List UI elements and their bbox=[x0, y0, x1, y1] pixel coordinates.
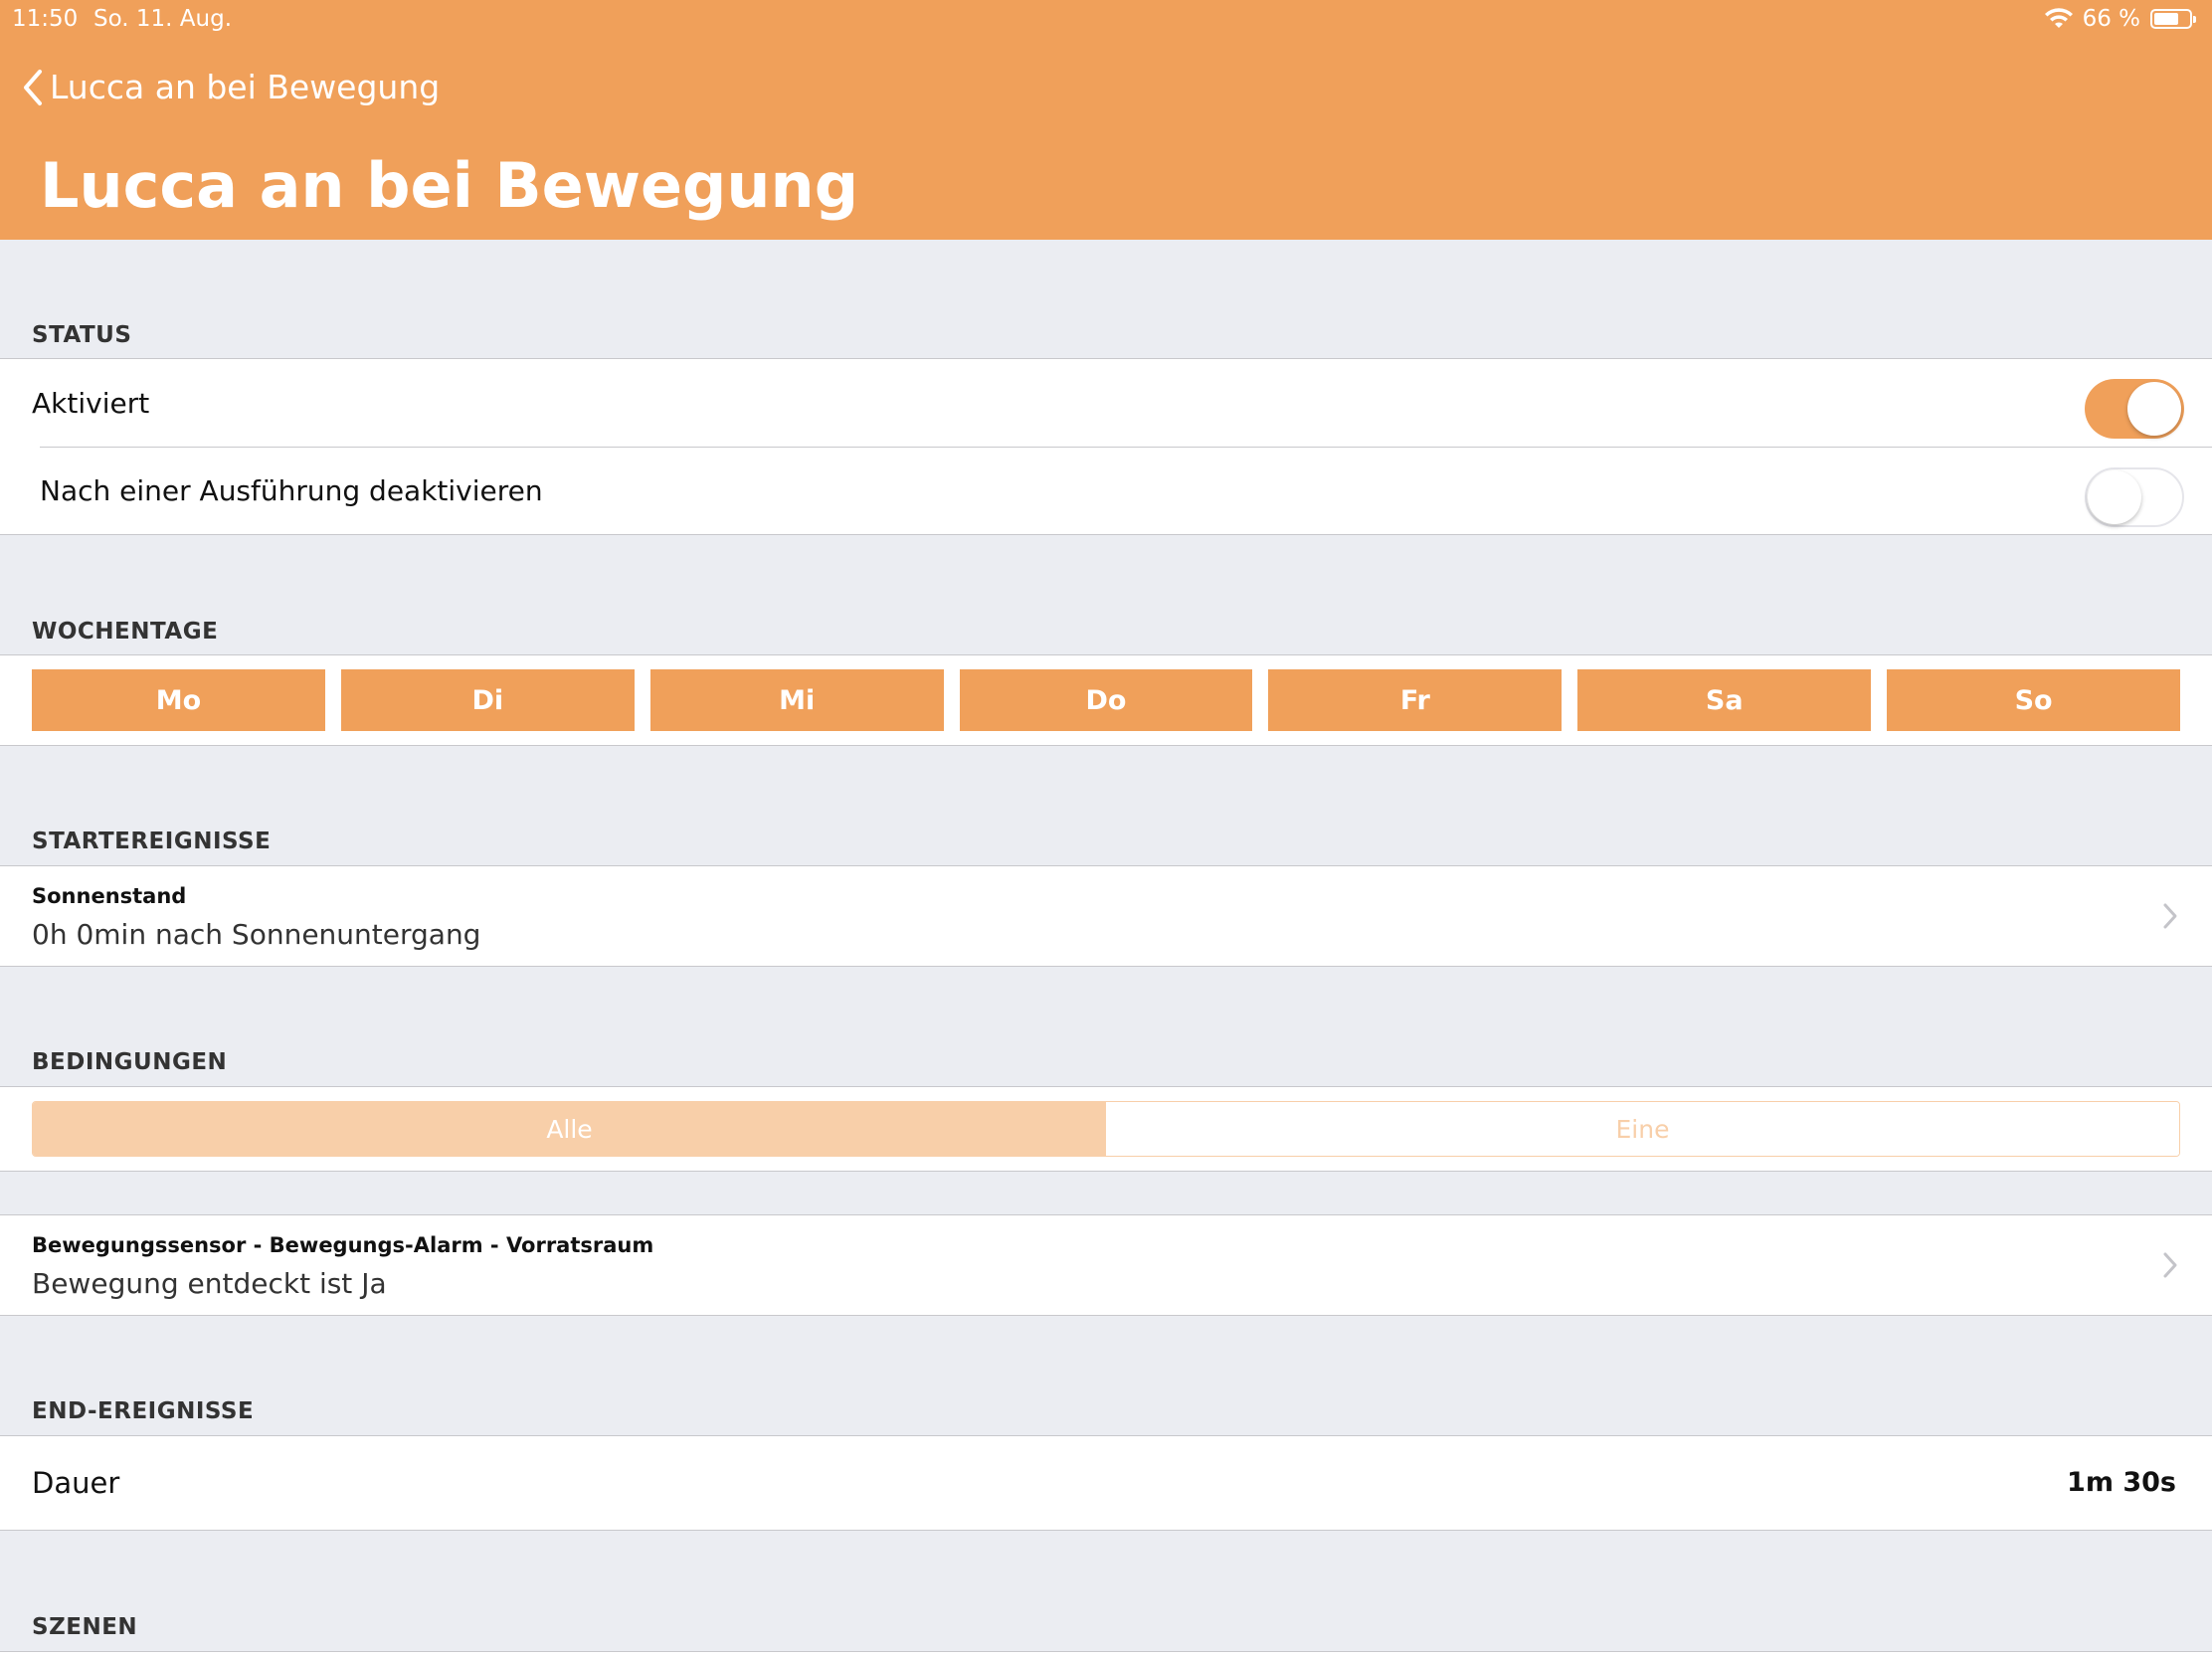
status-right: 66 % bbox=[2044, 6, 2196, 32]
section-header-end-events: END-EREIGNISSE bbox=[32, 1398, 255, 1424]
day-mi[interactable]: Mi bbox=[649, 669, 944, 731]
day-do[interactable]: Do bbox=[959, 669, 1253, 731]
chevron-right-icon bbox=[2163, 903, 2177, 929]
conditions-list-group: Bewegungssensor - Bewegungs-Alarm - Vorr… bbox=[0, 1214, 2212, 1316]
deactivate-after-run-toggle[interactable] bbox=[2085, 467, 2184, 527]
start-events-group: Sonnenstand 0h 0min nach Sonnenuntergang bbox=[0, 865, 2212, 967]
condition-title: Bewegungssensor - Bewegungs-Alarm - Vorr… bbox=[32, 1233, 654, 1257]
segment-alle[interactable]: Alle bbox=[33, 1102, 1106, 1156]
day-mo[interactable]: Mo bbox=[32, 669, 325, 731]
aktiviert-toggle[interactable] bbox=[2085, 379, 2184, 439]
back-button[interactable]: Lucca an bei Bewegung bbox=[22, 68, 440, 106]
status-group: Aktiviert Nach einer Ausführung deaktivi… bbox=[0, 358, 2212, 535]
end-events-group: Dauer 1m 30s bbox=[0, 1435, 2212, 1531]
condition-motion-sensor[interactable]: Bewegungssensor - Bewegungs-Alarm - Vorr… bbox=[0, 1215, 2212, 1315]
day-fr[interactable]: Fr bbox=[1268, 669, 1563, 731]
segment-eine[interactable]: Eine bbox=[1106, 1102, 2179, 1156]
section-header-weekdays: WOCHENTAGE bbox=[32, 619, 219, 645]
battery-icon bbox=[2150, 9, 2196, 29]
wifi-icon bbox=[2044, 8, 2073, 28]
back-label: Lucca an bei Bewegung bbox=[50, 68, 441, 106]
condition-subtitle: Bewegung entdeckt ist Ja bbox=[32, 1267, 387, 1300]
start-event-sun-position[interactable]: Sonnenstand 0h 0min nach Sonnenuntergang bbox=[0, 866, 2212, 966]
end-event-duration-row[interactable]: Dauer 1m 30s bbox=[0, 1436, 2212, 1530]
status-date: So. 11. Aug. bbox=[93, 6, 232, 32]
row-deactivate-after-run: Nach einer Ausführung deaktivieren bbox=[40, 447, 2212, 534]
row-label: Nach einer Ausführung deaktivieren bbox=[40, 474, 543, 507]
section-header-start-events: STARTEREIGNISSE bbox=[32, 829, 272, 854]
day-sa[interactable]: Sa bbox=[1577, 669, 1872, 731]
page-title: Lucca an bei Bewegung bbox=[40, 149, 859, 222]
start-event-title: Sonnenstand bbox=[32, 884, 187, 908]
chevron-right-icon bbox=[2163, 1252, 2177, 1278]
section-header-conditions: BEDINGUNGEN bbox=[32, 1049, 228, 1075]
section-header-scenes: SZENEN bbox=[32, 1614, 138, 1640]
start-event-subtitle: 0h 0min nach Sonnenuntergang bbox=[32, 918, 481, 951]
nav-header: 11:50 So. 11. Aug. 66 % Lucca an bei Bew… bbox=[0, 0, 2212, 240]
conditions-segment-group: Alle Eine bbox=[0, 1086, 2212, 1172]
duration-label: Dauer bbox=[32, 1466, 120, 1500]
row-aktiviert: Aktiviert bbox=[0, 359, 2212, 447]
day-so[interactable]: So bbox=[1887, 669, 2181, 731]
weekdays-group: Mo Di Mi Do Fr Sa So bbox=[0, 654, 2212, 746]
conditions-segmented-control: Alle Eine bbox=[32, 1101, 2180, 1157]
day-di[interactable]: Di bbox=[340, 669, 635, 731]
status-time: 11:50 bbox=[12, 6, 79, 32]
status-bar: 11:50 So. 11. Aug. 66 % bbox=[0, 0, 2212, 40]
battery-percent: 66 % bbox=[2082, 6, 2140, 32]
row-label: Aktiviert bbox=[32, 386, 150, 420]
chevron-left-icon bbox=[24, 69, 42, 105]
section-header-status: STATUS bbox=[32, 322, 132, 348]
duration-value: 1m 30s bbox=[2067, 1466, 2176, 1498]
